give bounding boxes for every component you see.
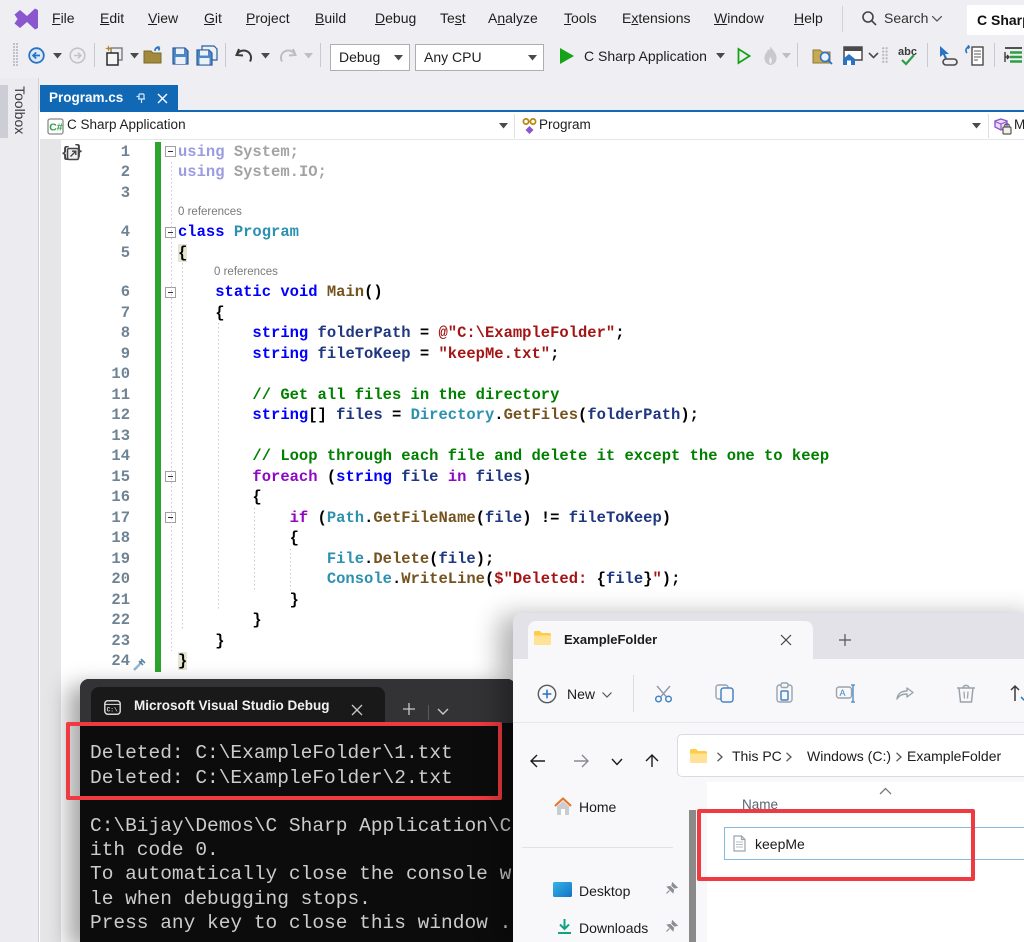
svg-text:A: A (840, 688, 846, 698)
svg-text:C:\: C:\ (107, 707, 118, 714)
svg-text:C#: C# (49, 122, 63, 134)
